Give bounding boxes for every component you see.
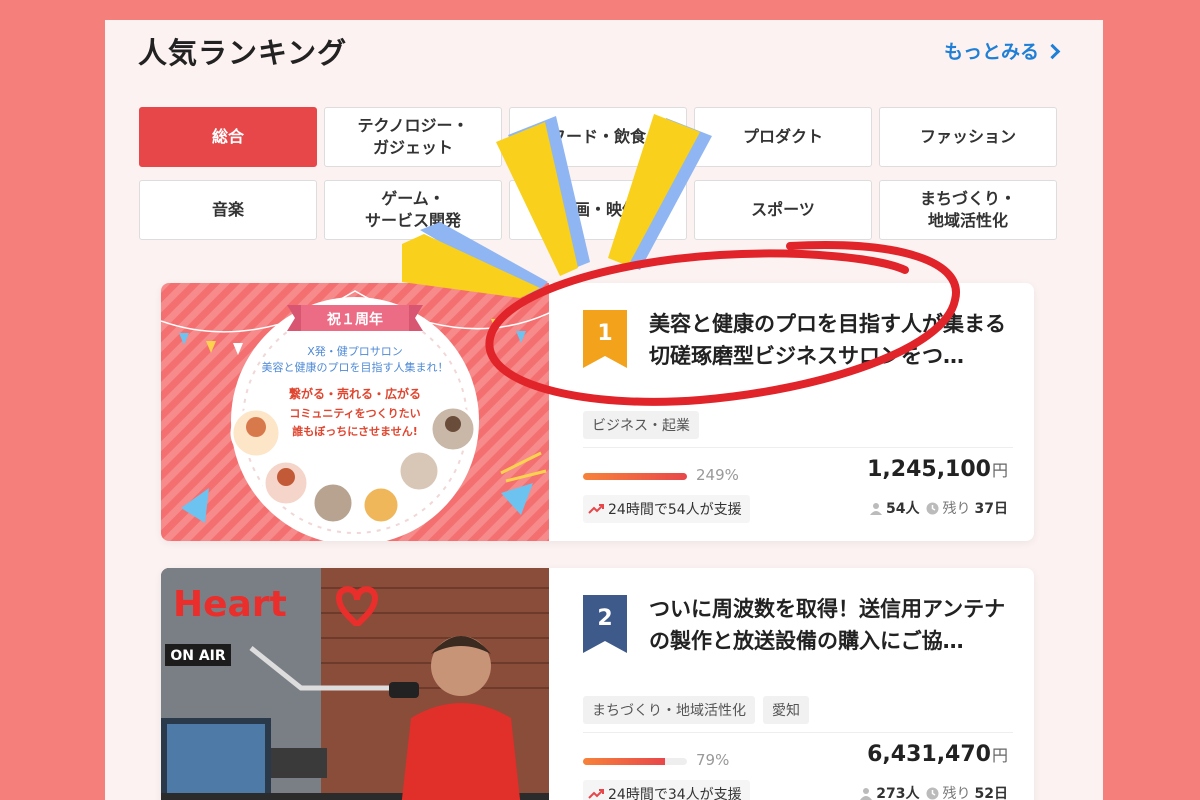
person-icon	[870, 502, 883, 515]
ranking-panel: 人気ランキング もっとみる 総合 テクノロジー・ ガジェット フード・飲食 プロ…	[105, 20, 1103, 800]
category-tab-product[interactable]: プロダクト	[694, 107, 872, 167]
rank-number: 2	[597, 606, 612, 631]
category-tag[interactable]: ビジネス・起業	[583, 411, 699, 439]
progress-fill	[583, 473, 687, 480]
funding-amount: 1,245,100円	[867, 457, 1008, 482]
funding-amount: 6,431,470円	[867, 742, 1008, 767]
thumb-line-1: X発・健プロサロン	[307, 344, 403, 358]
category-tabs: 総合 テクノロジー・ ガジェット フード・飲食 プロダクト ファッション 音楽 …	[139, 107, 1057, 240]
category-tab-food[interactable]: フード・飲食	[509, 107, 687, 167]
project-meta: 273人 残り 52日	[860, 783, 1008, 800]
tag-list: ビジネス・起業	[583, 411, 699, 439]
remaining-days: 37日	[974, 501, 1008, 517]
on-air-sign: ON AIR	[170, 648, 226, 664]
project-meta: 54人 残り 37日	[870, 498, 1008, 518]
progress-bar	[583, 758, 687, 765]
progress-bar	[583, 473, 687, 480]
progress-percent: 79%	[696, 751, 730, 769]
rank-ribbon-icon: 1	[583, 310, 627, 368]
see-more-label: もっとみる	[943, 41, 1039, 63]
trending-up-icon	[588, 789, 604, 799]
project-card[interactable]: 祝１周年 X発・健プロサロン 美容と健康のプロを目指す人集まれ！ 繋がる・売れる…	[161, 283, 1034, 541]
see-more-link[interactable]: もっとみる	[943, 37, 1061, 64]
progress-fill	[583, 758, 666, 765]
tag-list: まちづくり・地域活性化 愛知	[583, 696, 809, 724]
thumb-line-4: コミュニティをつくりたい	[289, 407, 420, 420]
thumb-line-3: 繋がる・売れる・広がる	[289, 386, 421, 401]
category-tab-fashion[interactable]: ファッション	[879, 107, 1057, 167]
project-title[interactable]: ついに周波数を取得！送信用アンテナの製作と放送設備の購入にご協…	[649, 594, 1009, 657]
category-tab-technology[interactable]: テクノロジー・ ガジェット	[324, 107, 502, 167]
amount-value: 6,431,470	[867, 742, 991, 767]
supporter-count: 54人	[886, 501, 920, 517]
person-icon	[860, 787, 873, 800]
divider	[583, 732, 1013, 733]
recent-support-text: 24時間で34人が支援	[608, 787, 742, 800]
category-tab-community[interactable]: まちづくり・ 地域活性化	[879, 180, 1057, 240]
project-title[interactable]: 美容と健康のプロを目指す人が集まる切磋琢磨型ビジネスサロンをつ…	[649, 309, 1009, 372]
thumb-line-2: 美容と健康のプロを目指す人集まれ！	[262, 360, 449, 374]
thumb-line-5: 誰もぼっちにさせません!	[292, 424, 417, 438]
category-tab-music[interactable]: 音楽	[139, 180, 317, 240]
category-tab-overall[interactable]: 総合	[139, 107, 317, 167]
location-tag[interactable]: 愛知	[763, 696, 809, 724]
category-tab-game[interactable]: ゲーム・ サービス開発	[324, 180, 502, 240]
currency: 円	[991, 746, 1008, 765]
progress-percent: 249%	[696, 466, 739, 484]
recent-support-badge: 24時間で34人が支援	[583, 780, 750, 800]
supporter-count: 273人	[876, 786, 920, 800]
remaining-prefix: 残り	[942, 501, 971, 517]
thumb-logo-text: Heart	[173, 584, 287, 625]
remaining-days: 52日	[974, 786, 1008, 800]
category-tab-sports[interactable]: スポーツ	[694, 180, 872, 240]
category-tag[interactable]: まちづくり・地域活性化	[583, 696, 755, 724]
thumb-badge-text: 祝１周年	[327, 311, 383, 328]
recent-support-text: 24時間で54人が支援	[608, 502, 742, 518]
project-thumbnail[interactable]: Heart ON AIR	[161, 568, 549, 800]
recent-support-badge: 24時間で54人が支援	[583, 495, 750, 523]
remaining-prefix: 残り	[942, 786, 971, 800]
category-tab-film[interactable]: 映画・映像	[509, 180, 687, 240]
currency: 円	[991, 461, 1008, 480]
rank-ribbon-icon: 2	[583, 595, 627, 653]
trending-up-icon	[588, 504, 604, 514]
rank-number: 1	[597, 321, 612, 346]
clock-icon	[926, 502, 939, 514]
clock-icon	[926, 787, 939, 799]
chevron-right-icon	[1044, 43, 1061, 59]
project-card[interactable]: Heart ON AIR 2 ついに周波数を取得！送信用アンテナの製作と放送設備…	[161, 568, 1034, 800]
project-thumbnail[interactable]: 祝１周年 X発・健プロサロン 美容と健康のプロを目指す人集まれ！ 繋がる・売れる…	[161, 283, 549, 541]
divider	[583, 447, 1013, 448]
page-title: 人気ランキング	[138, 36, 348, 70]
amount-value: 1,245,100	[867, 457, 991, 482]
